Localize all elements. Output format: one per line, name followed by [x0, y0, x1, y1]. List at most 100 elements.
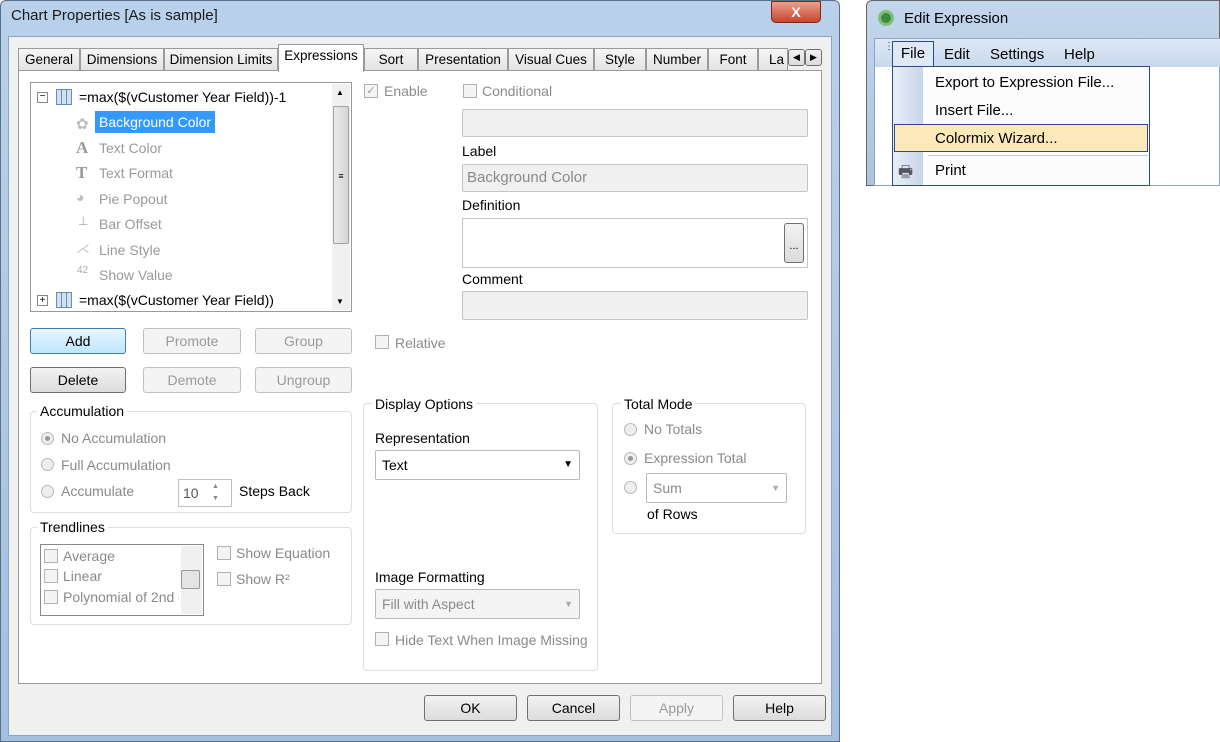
delete-button[interactable]: Delete [30, 367, 126, 393]
full-accumulation-radio[interactable] [41, 458, 54, 471]
tree-item-pie-popout[interactable]: Pie Popout [99, 191, 168, 207]
average-checkbox[interactable] [44, 549, 58, 563]
comment-caption: Comment [462, 271, 523, 287]
show-equation-checkbox[interactable] [217, 546, 231, 560]
aggregation-select[interactable]: Sum ▼ [646, 473, 787, 503]
show-r2-label: Show R² [236, 571, 290, 587]
of-rows-label: of Rows [647, 506, 698, 522]
tab-visual-cues[interactable]: Visual Cues [508, 48, 594, 71]
expand-icon[interactable]: + [37, 295, 48, 306]
edit-expression-title: Edit Expression [904, 10, 1009, 27]
representation-select[interactable]: Text ▼ [375, 450, 580, 480]
menu-edit[interactable]: Edit [944, 46, 970, 63]
full-accumulation-label: Full Accumulation [61, 457, 171, 473]
menu-item-colormix-wizard[interactable]: Colormix Wizard... [935, 130, 1058, 147]
relative-checkbox[interactable] [375, 335, 389, 349]
tab-expressions[interactable]: Expressions [278, 44, 364, 72]
collapse-icon[interactable]: − [37, 92, 48, 103]
representation-value: Text [382, 457, 408, 473]
apply-button[interactable]: Apply [630, 695, 723, 721]
trendlines-scroll-thumb[interactable] [181, 570, 200, 589]
hide-text-checkbox[interactable] [375, 632, 389, 646]
no-totals-label: No Totals [644, 421, 703, 437]
menu-help[interactable]: Help [1064, 46, 1095, 63]
tab-number[interactable]: Number [646, 48, 708, 71]
enable-label: Enable [384, 83, 428, 99]
tree-item-bar-offset[interactable]: Bar Offset [99, 216, 162, 232]
tree-item-background-color[interactable]: Background Color [95, 111, 216, 133]
pie-icon: ◕ [76, 189, 85, 205]
tree-item-text-color[interactable]: Text Color [99, 140, 162, 156]
conditional-checkbox[interactable] [463, 84, 477, 98]
no-accumulation-label: No Accumulation [61, 430, 167, 446]
accumulate-label: Accumulate [61, 483, 135, 499]
ungroup-button[interactable]: Ungroup [255, 367, 352, 393]
hide-text-label: Hide Text When Image Missing [395, 632, 588, 648]
aggregation-radio[interactable] [624, 481, 637, 494]
tab-sort[interactable]: Sort [364, 48, 418, 71]
image-formatting-label: Image Formatting [375, 569, 485, 585]
accumulate-radio[interactable] [41, 485, 54, 498]
scroll-down-icon[interactable]: ▼ [336, 297, 344, 306]
menu-file[interactable]: File [892, 41, 934, 67]
add-button[interactable]: Add [30, 328, 126, 354]
linear-checkbox[interactable] [44, 569, 58, 583]
steps-back-label: Steps Back [239, 483, 310, 499]
trendline-polynomial: Polynomial of 2nd d [63, 589, 179, 605]
expression-total-radio[interactable] [624, 452, 637, 465]
tab-layout[interactable]: La [758, 48, 788, 71]
close-button[interactable]: X [771, 1, 821, 23]
tree-item-text-format[interactable]: Text Format [99, 165, 173, 181]
spinner-arrows-icon[interactable]: ▲ ▼ [212, 481, 219, 505]
tab-general[interactable]: General [18, 48, 80, 71]
text-color-icon: A [76, 138, 89, 157]
no-totals-radio[interactable] [624, 423, 637, 436]
line-style-icon: ⋌ [76, 240, 90, 256]
tab-scroll-left[interactable]: ◀ [788, 49, 805, 66]
tree-expression-2[interactable]: =max($(vCustomer Year Field)) [79, 292, 274, 308]
polynomial-checkbox[interactable] [44, 590, 58, 604]
tree-item-show-value[interactable]: Show Value [99, 267, 173, 283]
tab-dimension-limits[interactable]: Dimension Limits [164, 48, 278, 71]
condition-input[interactable] [462, 109, 808, 137]
menu-item-insert-file[interactable]: Insert File... [935, 102, 1013, 119]
show-r2-checkbox[interactable] [217, 572, 231, 586]
show-value-icon: 42 [77, 265, 89, 276]
group-button[interactable]: Group [255, 328, 352, 354]
menu-separator [928, 155, 1148, 156]
no-accumulation-radio[interactable] [41, 432, 54, 445]
aggregation-value: Sum [653, 480, 682, 496]
representation-label: Representation [375, 430, 470, 446]
text-format-icon: T [76, 163, 88, 182]
printer-icon: 🖶 [898, 164, 914, 181]
tab-scroll-right[interactable]: ▶ [805, 49, 822, 66]
edit-expression-button[interactable]: ... [784, 223, 804, 263]
menu-item-export[interactable]: Export to Expression File... [935, 74, 1114, 91]
enable-checkbox[interactable]: ✓ [364, 84, 378, 98]
tab-font[interactable]: Font [708, 48, 758, 71]
tree-expression-1[interactable]: =max($(vCustomer Year Field))-1 [79, 89, 286, 105]
palette-icon: ✿ [76, 116, 89, 133]
tab-presentation[interactable]: Presentation [418, 48, 508, 71]
image-formatting-select[interactable]: Fill with Aspect ▼ [375, 589, 580, 619]
help-button[interactable]: Help [733, 695, 826, 721]
cancel-button[interactable]: Cancel [527, 695, 620, 721]
tree-item-line-style[interactable]: Line Style [99, 242, 160, 258]
ok-button[interactable]: OK [424, 695, 517, 721]
scrollbar-thumb[interactable]: ≡ [333, 106, 349, 244]
label-input[interactable]: Background Color [462, 164, 808, 192]
expression-total-label: Expression Total [644, 450, 747, 466]
tab-style[interactable]: Style [594, 48, 646, 71]
definition-caption: Definition [462, 197, 521, 213]
scroll-up-icon[interactable]: ▲ [336, 88, 344, 97]
tab-dimensions[interactable]: Dimensions [80, 48, 164, 71]
menu-item-print[interactable]: Print [935, 162, 966, 179]
definition-input[interactable] [462, 218, 808, 268]
steps-back-spinner[interactable]: 10 [178, 479, 232, 507]
menu-settings[interactable]: Settings [990, 46, 1044, 63]
comment-input[interactable] [462, 291, 808, 320]
expression-icon [56, 89, 72, 105]
chevron-down-icon: ▼ [563, 459, 573, 470]
demote-button[interactable]: Demote [143, 367, 241, 393]
promote-button[interactable]: Promote [143, 328, 241, 354]
